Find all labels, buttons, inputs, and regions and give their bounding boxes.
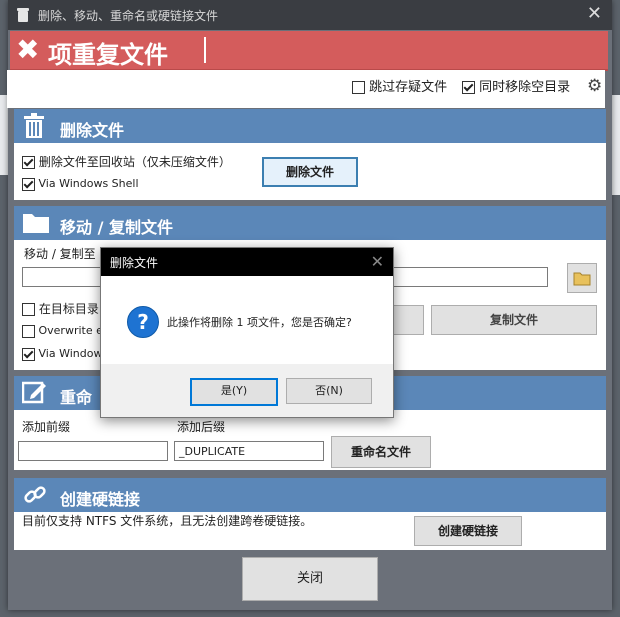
delete-shell-checkbox[interactable] bbox=[22, 177, 35, 191]
trash-icon bbox=[24, 113, 44, 138]
options-row: 跳过存疑文件 同时移除空目录 ⚙ bbox=[7, 70, 605, 108]
delete-shell-option[interactable]: Via Windows Shell bbox=[22, 177, 139, 191]
move-section-header: 移动 / 复制文件 bbox=[14, 206, 606, 240]
move-shell-label: Via Window bbox=[38, 347, 103, 360]
delete-section-title: 删除文件 bbox=[60, 121, 125, 140]
move-shell-option[interactable]: Via Window bbox=[22, 347, 102, 361]
banner-title: 项重复文件 bbox=[48, 41, 168, 69]
move-shell-checkbox[interactable] bbox=[22, 347, 35, 361]
move-section-title: 移动 / 复制文件 bbox=[60, 218, 173, 237]
prefix-label: 添加前缀 bbox=[22, 420, 71, 434]
delete-files-button[interactable]: 删除文件 bbox=[262, 157, 358, 187]
suffix-input[interactable]: _DUPLICATE bbox=[174, 441, 324, 461]
dialog-message: 此操作将删除 1 项文件，您是否确定? bbox=[167, 316, 352, 329]
question-icon: ? bbox=[127, 306, 159, 338]
skip-archive-checkbox[interactable] bbox=[352, 81, 365, 94]
browse-folder-button[interactable] bbox=[567, 263, 597, 293]
dialog-close-icon[interactable]: ✕ bbox=[371, 252, 384, 271]
target-dir-checkbox[interactable] bbox=[22, 303, 35, 316]
skip-archive-label: 跳过存疑文件 bbox=[369, 80, 448, 95]
link-icon bbox=[24, 486, 46, 503]
remove-empty-checkbox[interactable] bbox=[462, 81, 475, 94]
copy-files-button[interactable]: 复制文件 bbox=[431, 305, 597, 335]
remove-empty-option[interactable]: 同时移除空目录 bbox=[462, 76, 570, 95]
dialog-body: ? 此操作将删除 1 项文件，您是否确定? bbox=[101, 276, 393, 364]
move-destination-label: 移动 / 复制至 bbox=[24, 247, 96, 261]
close-button[interactable]: 关闭 bbox=[242, 557, 378, 601]
suffix-label: 添加后缀 bbox=[177, 420, 226, 434]
dialog-title: 删除文件 bbox=[110, 256, 159, 270]
hardlink-note: 目前仅支持 NTFS 文件系统，且无法创建跨卷硬链接。 bbox=[22, 514, 313, 528]
folder-icon bbox=[23, 214, 49, 233]
window-title: 删除、移动、重命名或硬链接文件 bbox=[38, 9, 219, 23]
delete-shell-label: Via Windows Shell bbox=[38, 177, 139, 190]
recycle-label: 删除文件至回收站（仅未压缩文件） bbox=[38, 155, 231, 169]
gear-icon[interactable]: ⚙ bbox=[587, 76, 602, 96]
recycle-checkbox[interactable] bbox=[22, 156, 35, 169]
recycle-option[interactable]: 删除文件至回收站（仅未压缩文件） bbox=[22, 153, 231, 170]
hardlink-section-body: 目前仅支持 NTFS 文件系统，且无法创建跨卷硬链接。 创建硬链接 bbox=[14, 512, 606, 550]
overwrite-label: Overwrite e bbox=[38, 324, 103, 337]
overwrite-checkbox[interactable] bbox=[22, 324, 35, 338]
rename-section-body: 添加前缀 添加后缀 _DUPLICATE 重命名文件 bbox=[14, 410, 606, 470]
create-hardlink-button[interactable]: 创建硬链接 bbox=[414, 516, 522, 546]
dialog-no-button[interactable]: 否(N) bbox=[286, 378, 372, 404]
delete-section-body: 删除文件至回收站（仅未压缩文件） Via Windows Shell 删除文件 bbox=[14, 143, 606, 200]
prefix-input[interactable] bbox=[18, 441, 168, 461]
window-close-icon[interactable]: ✕ bbox=[587, 3, 602, 24]
hardlink-section-title: 创建硬链接 bbox=[60, 490, 141, 509]
target-dir-label: 在目标目录 bbox=[38, 302, 99, 316]
open-folder-icon bbox=[573, 272, 591, 286]
confirm-dialog: 删除文件 ✕ ? 此操作将删除 1 项文件，您是否确定? 是(Y) 否(N) bbox=[100, 247, 394, 418]
edit-icon bbox=[22, 381, 46, 404]
remove-empty-label: 同时移除空目录 bbox=[479, 80, 571, 95]
duplicate-banner: ✖ 项重复文件 bbox=[10, 31, 608, 71]
rename-files-button[interactable]: 重命名文件 bbox=[331, 436, 431, 468]
overwrite-option[interactable]: Overwrite e bbox=[22, 324, 103, 338]
dialog-yes-button[interactable]: 是(Y) bbox=[190, 378, 278, 406]
window-titlebar: 删除、移动、重命名或硬链接文件 ✕ bbox=[8, 0, 612, 30]
skip-archive-option[interactable]: 跳过存疑文件 bbox=[352, 76, 447, 95]
rename-section-title: 重命 bbox=[60, 388, 93, 407]
target-dir-option[interactable]: 在目标目录 bbox=[22, 300, 99, 317]
cross-icon: ✖ bbox=[16, 33, 40, 66]
delete-section-header: 删除文件 bbox=[14, 109, 606, 143]
hardlink-section-header: 创建硬链接 bbox=[14, 478, 606, 512]
app-bin-icon bbox=[17, 8, 29, 22]
text-cursor bbox=[204, 37, 206, 63]
dialog-titlebar: 删除文件 ✕ bbox=[101, 248, 393, 276]
